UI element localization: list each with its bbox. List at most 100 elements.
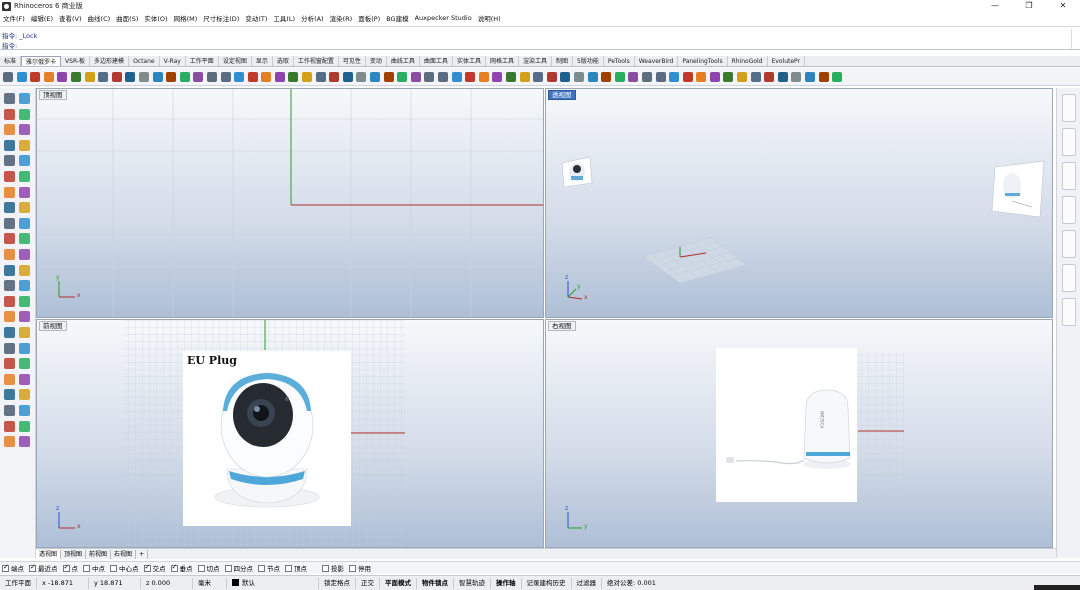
toolbar-tool-icon[interactable] <box>261 71 272 82</box>
toolbar-tool-icon[interactable] <box>737 71 748 82</box>
viewport-front[interactable]: 前视图 z x EU Plug <box>36 319 544 548</box>
tab-vray[interactable]: V-Ray <box>160 56 186 66</box>
camera-side-photo[interactable]: FOSCAM <box>716 348 857 502</box>
toolbox-tool-icon[interactable] <box>19 171 30 182</box>
tab-solid-tools[interactable]: 实体工具 <box>453 56 486 66</box>
toolbar-tool-icon[interactable] <box>274 71 285 82</box>
osnap-option[interactable]: 端点 <box>2 563 24 573</box>
toolbar-tool-icon[interactable] <box>152 71 163 82</box>
minimize-button[interactable]: — <box>978 0 1012 12</box>
toolbar-tool-icon[interactable] <box>505 71 516 82</box>
toolbar-tool-icon[interactable] <box>478 71 489 82</box>
toolbar-tool-icon[interactable] <box>832 71 843 82</box>
toolbar-tool-icon[interactable] <box>166 71 177 82</box>
viewport-label-perspective[interactable]: 透视图 <box>548 90 576 100</box>
menu-surface[interactable]: 曲面(S) <box>116 13 138 23</box>
toolbox-tool-icon[interactable] <box>19 358 30 370</box>
display-panel-tab[interactable] <box>1062 162 1076 190</box>
menu-edit[interactable]: 编辑(E) <box>31 13 53 23</box>
toolbox-tool-icon[interactable] <box>4 233 15 245</box>
toolbar-tool-icon[interactable] <box>329 71 340 82</box>
toolbar-tool-icon[interactable] <box>43 71 54 82</box>
menu-render[interactable]: 渲染(R) <box>330 13 353 23</box>
osnap-checkbox[interactable] <box>143 563 151 572</box>
toolbox-tool-icon[interactable] <box>19 233 30 245</box>
osnap-checkbox[interactable] <box>110 564 117 572</box>
toolbar-tool-icon[interactable] <box>669 71 680 82</box>
toolbox-tool-icon[interactable] <box>19 124 30 136</box>
osnap-option[interactable]: 切点 <box>197 563 220 573</box>
tab-weaverbird[interactable]: WeaverBird <box>635 56 679 66</box>
toolbox-tool-icon[interactable] <box>19 249 30 260</box>
menu-view[interactable]: 查看(V) <box>59 13 82 23</box>
close-button[interactable]: ✕ <box>1046 0 1080 12</box>
toolbox-tool-icon[interactable] <box>19 155 30 167</box>
tab-rhinogold[interactable]: RhinoGold <box>728 56 768 66</box>
vtab-right[interactable]: 右视图 <box>111 549 137 559</box>
toolbar-tool-icon[interactable] <box>302 71 313 82</box>
toolbar-tool-icon[interactable] <box>247 71 258 82</box>
toolbox-tool-icon[interactable] <box>19 202 30 214</box>
toolbar-tool-icon[interactable] <box>601 71 612 82</box>
toolbox-tool-icon[interactable] <box>4 280 15 292</box>
viewport-label-top[interactable]: 顶视图 <box>39 90 67 100</box>
status-layer[interactable]: 默认 <box>227 577 319 589</box>
toolbox-tool-icon[interactable] <box>19 264 30 276</box>
status-smarttrack[interactable]: 智慧轨迹 <box>454 577 491 589</box>
toolbar-tool-icon[interactable] <box>315 71 326 82</box>
viewport-right[interactable]: 右视图 z y FOSCAM <box>545 319 1053 548</box>
tab-v5-features[interactable]: 5版功能 <box>573 56 604 66</box>
toolbox-tool-icon[interactable] <box>19 280 30 292</box>
toolbar-tool-icon[interactable] <box>410 71 421 82</box>
osnap-checkbox[interactable] <box>258 564 265 572</box>
tab-drafting[interactable]: 制图 <box>552 56 573 66</box>
toolbar-tool-icon[interactable] <box>818 71 829 82</box>
toolbox-tool-icon[interactable] <box>4 264 15 276</box>
tab-active[interactable]: 雅尔俄罗卡 <box>21 56 62 66</box>
toolbar-tool-icon[interactable] <box>84 71 95 82</box>
tab-vsr[interactable]: VSR-板 <box>61 56 91 66</box>
tab-transform[interactable]: 变动 <box>366 56 387 66</box>
named-views-panel-tab[interactable] <box>1062 230 1076 258</box>
toolbox-tool-icon[interactable] <box>19 217 30 229</box>
toolbar-tool-icon[interactable] <box>451 71 462 82</box>
osnap-option[interactable]: 中心点 <box>110 563 139 573</box>
toolbox-tool-icon[interactable] <box>4 124 15 136</box>
tab-curve-tools[interactable]: 曲线工具 <box>387 56 420 66</box>
osnap-checkbox[interactable] <box>285 564 292 572</box>
toolbox-tool-icon[interactable] <box>19 420 30 432</box>
toolbox-tool-icon[interactable] <box>4 405 15 416</box>
status-filter[interactable]: 过滤器 <box>572 577 602 589</box>
toolbar-tool-icon[interactable] <box>614 71 625 82</box>
status-history[interactable]: 记录建构历史 <box>522 577 572 589</box>
status-cplane[interactable]: 工作平面 <box>0 577 37 589</box>
layers-panel-tab[interactable] <box>1062 128 1076 156</box>
toolbar-tool-icon[interactable] <box>125 71 136 82</box>
toolbox-tool-icon[interactable] <box>4 327 15 338</box>
tab-mesh-tools[interactable]: 网格工具 <box>486 56 519 66</box>
toolbox-tool-icon[interactable] <box>4 373 15 385</box>
osnap-option[interactable]: 点 <box>62 563 78 573</box>
toolbox-tool-icon[interactable] <box>4 295 15 307</box>
toolbox-tool-icon[interactable] <box>19 436 30 448</box>
menu-curve[interactable]: 曲线(C) <box>88 13 111 23</box>
menu-transform[interactable]: 变动(T) <box>245 13 267 23</box>
status-ortho[interactable]: 正交 <box>356 577 380 589</box>
tab-select[interactable]: 选取 <box>273 56 294 66</box>
toolbox-tool-icon[interactable] <box>19 342 30 354</box>
toolbox-tool-icon[interactable] <box>4 342 15 354</box>
toolbar-tool-icon[interactable] <box>519 71 530 82</box>
toolbar-tool-icon[interactable] <box>57 71 68 82</box>
vtab-front[interactable]: 前视图 <box>86 549 112 559</box>
render-panel-tab[interactable] <box>1062 298 1076 326</box>
osnap-checkbox[interactable] <box>197 564 205 572</box>
tab-polygon[interactable]: 多边形建模 <box>90 56 130 66</box>
tab-set-view[interactable]: 设定视图 <box>219 56 252 66</box>
toolbox-tool-icon[interactable] <box>19 405 30 416</box>
toolbar-tool-icon[interactable] <box>805 71 816 82</box>
menu-file[interactable]: 文件(F) <box>3 13 25 23</box>
toolbar-tool-icon[interactable] <box>342 71 353 82</box>
status-grid-snap[interactable]: 锁定格点 <box>319 577 356 589</box>
toolbar-tool-icon[interactable] <box>641 71 652 82</box>
toolbox-tool-icon[interactable] <box>4 155 15 167</box>
